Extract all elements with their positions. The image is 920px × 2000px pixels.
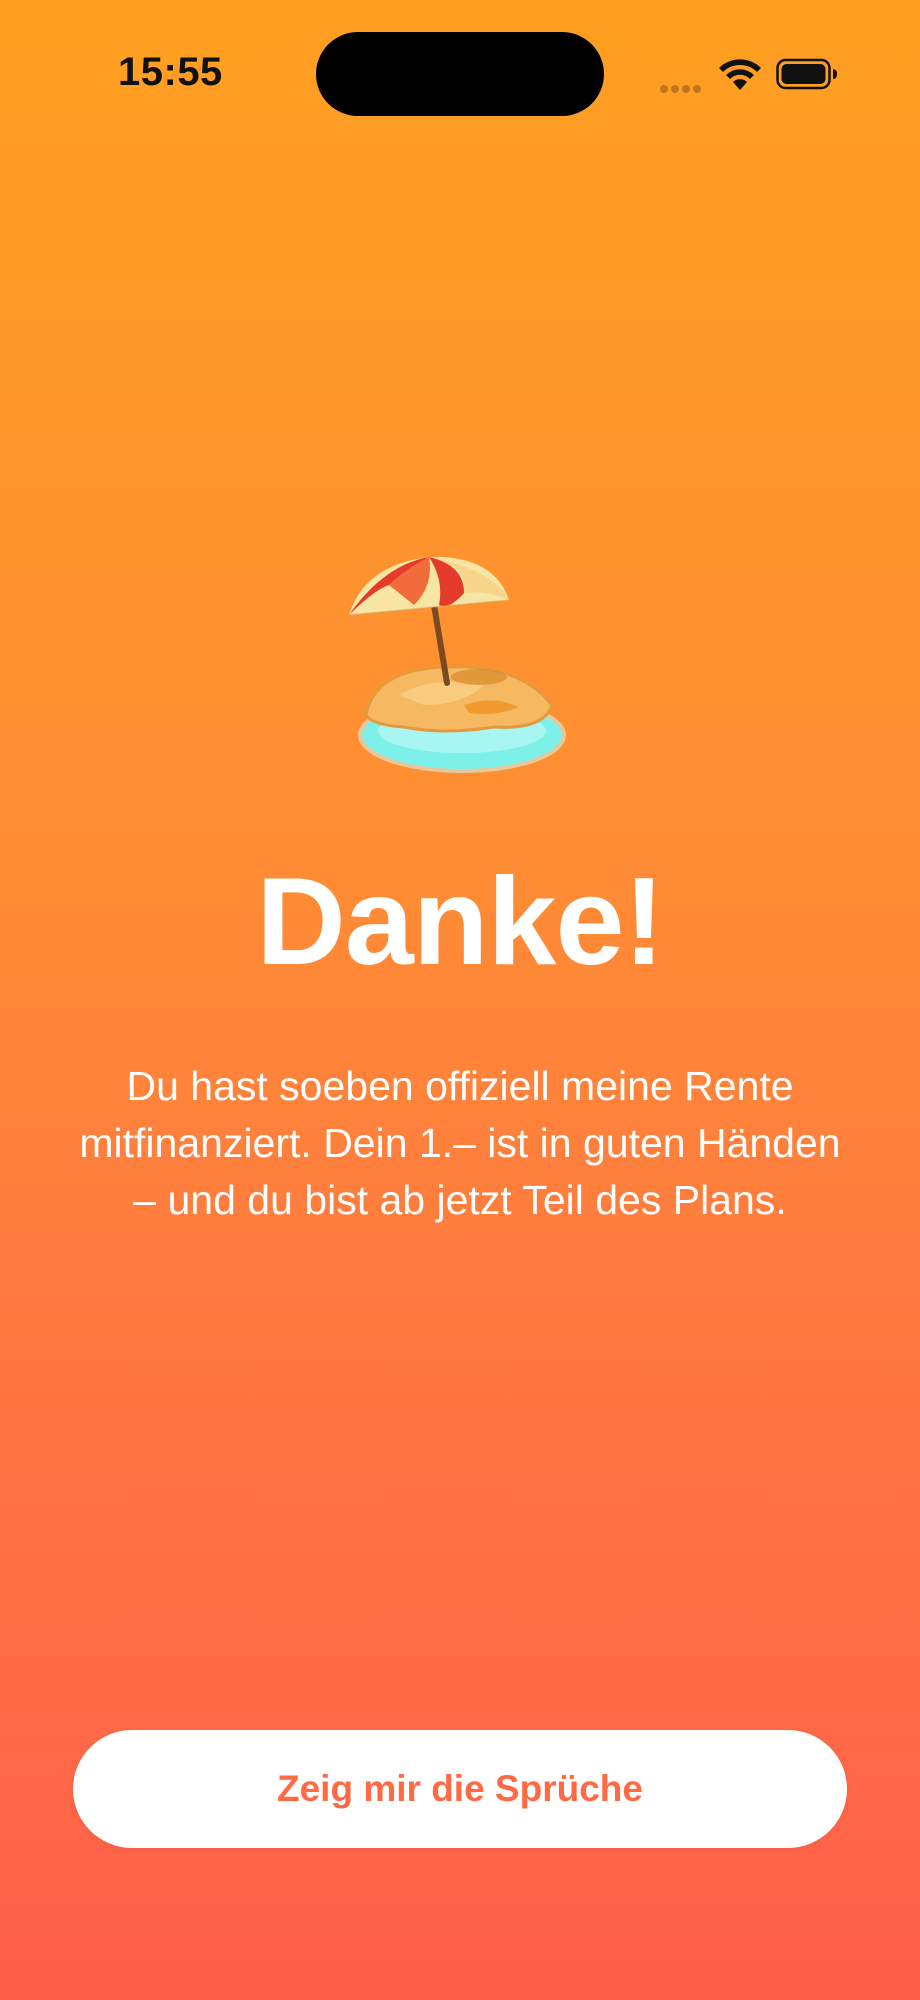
show-sayings-button[interactable]: Zeig mir die Sprüche bbox=[73, 1730, 847, 1848]
cellular-signal-icon bbox=[660, 80, 704, 93]
wifi-icon bbox=[719, 59, 761, 90]
thank-you-message: Du hast soeben offiziell meine Rente mit… bbox=[79, 1063, 841, 1223]
page-title: Danke! bbox=[256, 853, 664, 991]
status-bar: 15:55 bbox=[0, 0, 920, 150]
show-sayings-button-label: Zeig mir die Sprüche bbox=[277, 1768, 643, 1809]
dynamic-island bbox=[316, 32, 604, 116]
thank-you-screen: 15:55 Danke! Du hast soeben offiziell me… bbox=[0, 0, 920, 2000]
battery-icon bbox=[776, 58, 837, 90]
status-time: 15:55 bbox=[118, 50, 223, 94]
beach-umbrella-island-icon bbox=[348, 556, 566, 773]
